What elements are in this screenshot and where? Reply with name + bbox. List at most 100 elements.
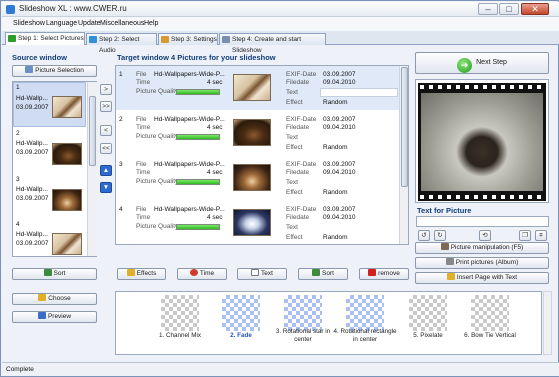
tab-step-1[interactable]: Step 1: Select Pictures <box>5 32 85 45</box>
crop-icon: ⌗ <box>539 232 543 239</box>
picture-thumbnail <box>52 189 82 211</box>
picture-selection-button[interactable]: Picture Selection <box>12 65 97 77</box>
transition-preview <box>222 295 260 331</box>
tab-step-2[interactable]: Step 2: Select Audio <box>86 33 157 54</box>
remove-icon <box>368 269 377 276</box>
window-title: Slideshow XL : www.CWER.ru <box>19 4 127 13</box>
picture-thumbnail <box>233 74 271 101</box>
text-button[interactable]: Text <box>237 268 287 280</box>
menu-miscellaneous[interactable]: Miscellaneous <box>100 20 144 27</box>
remove-all-button[interactable]: << <box>100 143 112 154</box>
transition-preview <box>346 295 384 331</box>
rotate-left-icon: ↺ <box>421 232 427 239</box>
transition-scrollbar[interactable] <box>543 291 552 355</box>
preview-image <box>421 93 543 191</box>
print-pictures-button[interactable]: Print pictures (Album) <box>415 257 549 269</box>
quality-bar <box>176 89 220 95</box>
preview-icon <box>37 312 46 319</box>
sort-icon <box>312 269 321 276</box>
folder-icon <box>25 66 34 73</box>
status-bar: Complete <box>2 362 559 376</box>
tab-step-3[interactable]: Step 3: Settings <box>158 33 218 45</box>
time-button[interactable]: Time <box>177 268 227 280</box>
picture-thumbnail <box>52 96 82 118</box>
source-window-title: Source window <box>12 53 68 62</box>
arrow-down-icon: ▼ <box>102 184 110 191</box>
effects-button[interactable]: Effects <box>117 268 166 280</box>
insert-page-button[interactable]: Insert Page with Text <box>415 272 549 284</box>
menu-language[interactable]: Language <box>46 20 77 27</box>
menu-bar: Slideshow Language Update Miscellaneous … <box>2 17 559 31</box>
next-step-button[interactable]: ➜ Next Step <box>415 52 549 74</box>
printer-icon <box>445 258 454 265</box>
preview-button[interactable]: Preview <box>12 311 97 323</box>
target-window-title: Target window 4 Pictures for your slides… <box>117 53 276 62</box>
rotate-right-icon: ↻ <box>437 232 443 239</box>
step-tabs: Step 1: Select Pictures Step 2: Select A… <box>2 31 559 54</box>
text-field[interactable] <box>320 88 398 97</box>
transition-preview <box>471 295 509 331</box>
copy-button[interactable]: ❐ <box>519 230 531 241</box>
scrollbar-thumb[interactable] <box>89 96 96 166</box>
rotate-right-button[interactable]: ↻ <box>434 230 446 241</box>
move-up-button[interactable]: ▲ <box>100 165 112 176</box>
filmstrip-frame <box>418 83 546 201</box>
transition-strip[interactable]: 1. Channel Mix 2. Fade 3. Rotational sta… <box>115 291 542 355</box>
copy-icon: ❐ <box>522 232 528 239</box>
app-window: Slideshow XL : www.CWER.ru – □ ✕ Slidesh… <box>0 0 559 377</box>
transition-preview <box>161 295 199 331</box>
quality-bar <box>176 224 220 230</box>
undo-button[interactable]: ⟲ <box>479 230 491 241</box>
source-list[interactable]: 1 Hd-Wallp... 03.09.2007 2 Hd-Wallp... 0… <box>12 81 97 257</box>
pictures-icon <box>8 35 16 42</box>
picture-thumbnail <box>233 209 271 236</box>
picture-thumbnail <box>233 164 271 191</box>
close-button[interactable]: ✕ <box>521 3 549 15</box>
sort-icon <box>43 269 52 276</box>
undo-icon: ⟲ <box>482 232 488 239</box>
quality-bar <box>176 179 220 185</box>
move-down-button[interactable]: ▼ <box>100 182 112 193</box>
tab-step-4[interactable]: Step 4: Create and start Slideshow <box>219 33 326 54</box>
settings-icon <box>161 36 169 43</box>
film-holes-bottom <box>418 194 546 200</box>
add-all-button[interactable]: >> <box>100 101 112 112</box>
maximize-button[interactable]: □ <box>499 3 519 15</box>
add-one-button[interactable]: > <box>100 84 112 95</box>
transition-preview <box>284 295 322 331</box>
text-icon <box>251 269 260 276</box>
rotate-left-button[interactable]: ↺ <box>418 230 430 241</box>
picture-manipulation-button[interactable]: Picture manipulation (F5) <box>415 242 549 254</box>
text-for-picture-title: Text for Picture <box>417 206 472 215</box>
audio-icon <box>89 36 97 43</box>
target-sort-button[interactable]: Sort <box>298 268 348 280</box>
picture-thumbnail <box>52 233 82 255</box>
picture-thumbnail <box>52 143 82 165</box>
crop-button[interactable]: ⌗ <box>535 230 547 241</box>
target-list[interactable]: 1 File Hd-Wallpapers-Wide-P... Time 4 se… <box>115 65 409 245</box>
minimize-button[interactable]: – <box>478 3 498 15</box>
next-arrow-icon: ➜ <box>457 58 473 73</box>
menu-update[interactable]: Update <box>78 20 101 27</box>
picture-text-input[interactable] <box>416 216 549 227</box>
app-icon <box>6 5 15 14</box>
quality-bar <box>176 134 220 140</box>
film-holes-top <box>418 84 546 90</box>
arrow-up-icon: ▲ <box>102 167 110 174</box>
source-scrollbar[interactable] <box>87 82 97 256</box>
insert-page-icon <box>446 273 455 280</box>
scrollbar-thumb[interactable] <box>401 67 408 187</box>
remove-one-button[interactable]: < <box>100 125 112 136</box>
menu-slideshow[interactable]: Slideshow <box>13 20 45 27</box>
remove-button[interactable]: remove <box>359 268 409 280</box>
effects-icon <box>126 269 135 276</box>
manipulation-icon <box>440 243 449 250</box>
target-scrollbar[interactable] <box>399 66 408 244</box>
choose-button[interactable]: Choose <box>12 293 97 305</box>
preview-panel <box>415 79 549 203</box>
create-icon <box>222 36 230 43</box>
choose-icon <box>38 294 47 301</box>
status-text: Complete <box>6 366 34 373</box>
menu-help[interactable]: Help <box>144 20 158 27</box>
source-sort-button[interactable]: Sort <box>12 268 97 280</box>
